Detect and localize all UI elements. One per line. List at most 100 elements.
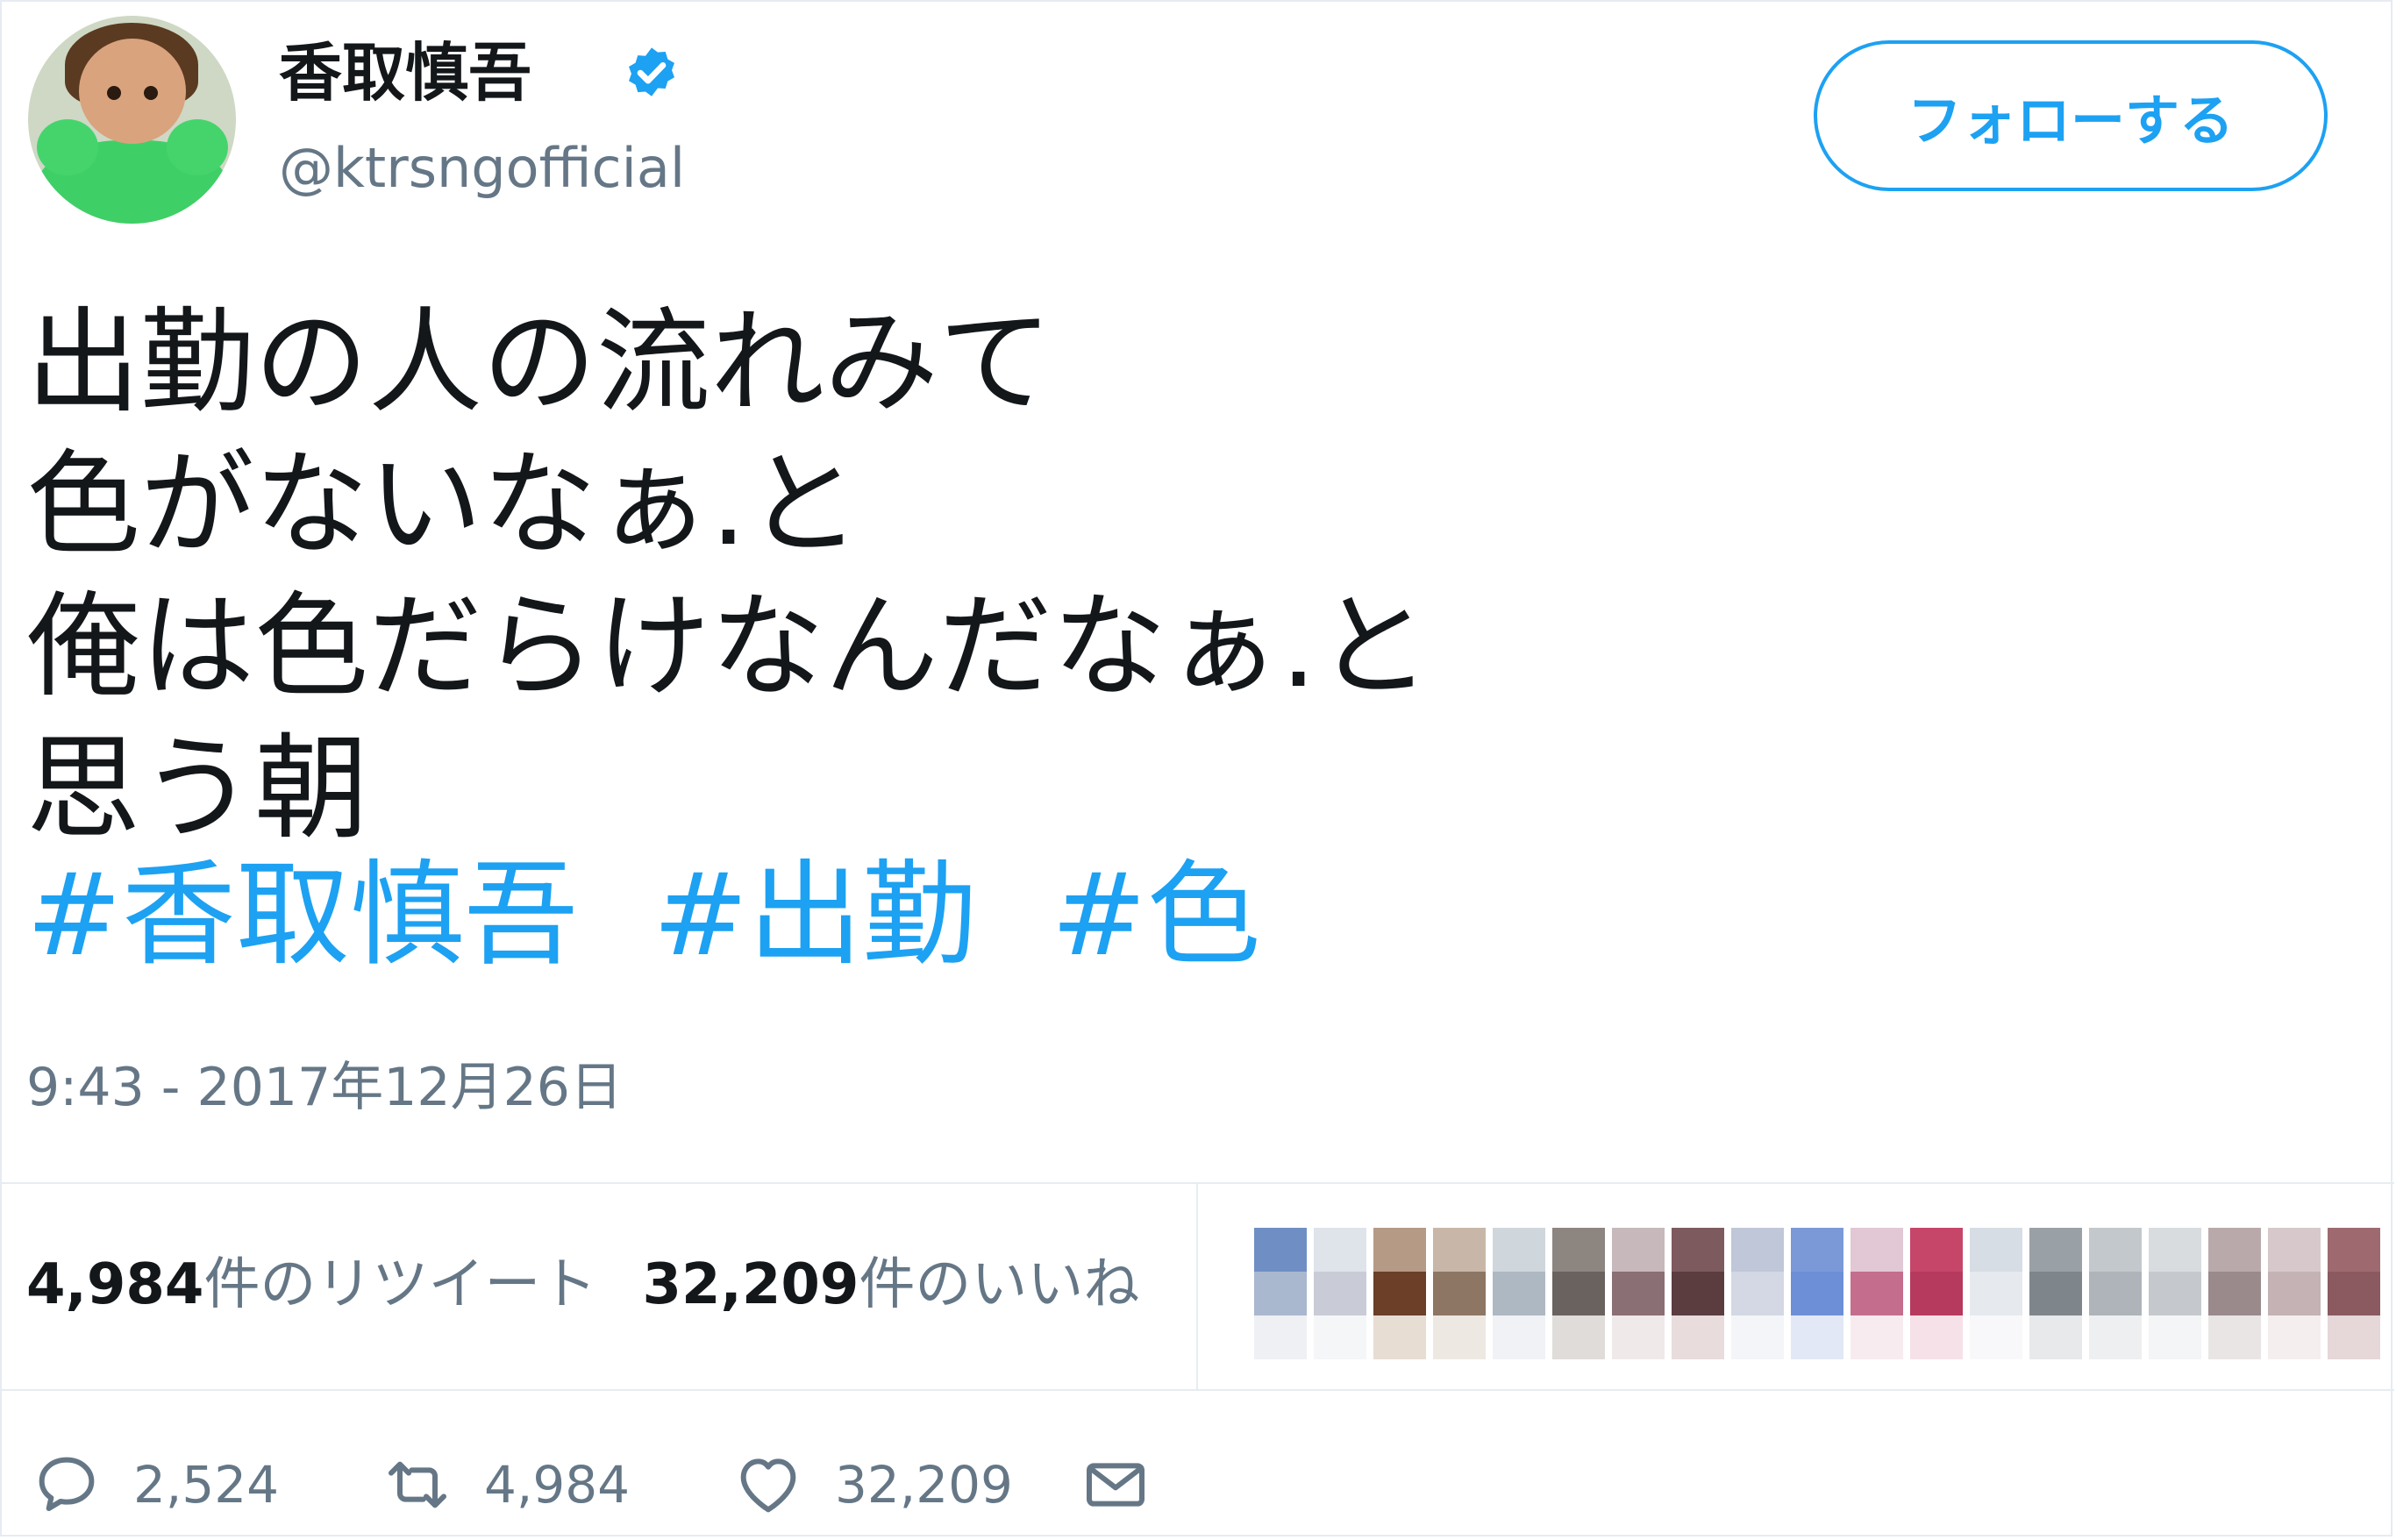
liker-avatar-pixel bbox=[2268, 1272, 2321, 1315]
verified-badge-icon bbox=[629, 47, 674, 96]
hashtag-link[interactable]: #出勤 bbox=[652, 848, 976, 981]
liker-avatar-pixel bbox=[1552, 1315, 1605, 1359]
liker-avatar-pixel bbox=[1612, 1228, 1665, 1272]
follow-button[interactable]: フォローする bbox=[1814, 40, 2328, 191]
avatar-paw-left bbox=[37, 119, 98, 175]
liker-avatar-pixel bbox=[1672, 1315, 1724, 1359]
reply-icon bbox=[39, 1457, 95, 1511]
liker-avatar-pixel bbox=[2149, 1228, 2201, 1272]
tweet-card: 香取慎吾 @ktrsngofficial フォローする 出勤の人の流れみて 色が… bbox=[0, 0, 2394, 1536]
liker-avatar-pixel bbox=[2029, 1315, 2082, 1359]
liker-avatar-pixel bbox=[1493, 1228, 1545, 1272]
heart-icon bbox=[740, 1458, 796, 1513]
engagement-stats: 4,984件のリツイート 32,209件のいいね bbox=[26, 1245, 1139, 1324]
liker-avatar-pixel bbox=[1910, 1272, 1963, 1315]
liker-avatar-pixel bbox=[1970, 1228, 2022, 1272]
avatar-paw-right bbox=[167, 119, 228, 175]
hashtag-list: #香取慎吾 #出勤 #色 bbox=[26, 844, 1299, 986]
liker-avatar-pixel bbox=[1791, 1315, 1843, 1359]
liker-avatar-pixel bbox=[2149, 1315, 2201, 1359]
liker-avatar-pixel bbox=[2328, 1315, 2380, 1359]
divider bbox=[2, 1389, 2394, 1391]
liker-avatar-pixel bbox=[1433, 1315, 1486, 1359]
liker-avatar-pixel bbox=[2089, 1272, 2142, 1315]
liker-avatar-pixel bbox=[1910, 1315, 1963, 1359]
retweet-button[interactable]: 4,984 bbox=[382, 1445, 630, 1524]
retweet-count: 4,984 bbox=[484, 1455, 631, 1515]
liker-avatar-pixel bbox=[1970, 1315, 2022, 1359]
liker-avatar-pixel bbox=[2089, 1315, 2142, 1359]
liker-avatar-pixel bbox=[1850, 1228, 1903, 1272]
liker-avatar-pixel bbox=[2029, 1228, 2082, 1272]
liker-avatar-pixel bbox=[1552, 1272, 1605, 1315]
tweet-actions: 2,524 4,984 32,209 bbox=[32, 1445, 1259, 1524]
avatar-face bbox=[79, 39, 186, 144]
tweet-line: 俺は色だらけなんだなぁ.と bbox=[26, 580, 1431, 713]
tweet-line: 思う朝 bbox=[26, 722, 369, 855]
retweets-stat[interactable]: 4,984件のリツイート bbox=[26, 1252, 596, 1317]
liker-avatar-pixel bbox=[1493, 1272, 1545, 1315]
like-button[interactable]: 32,209 bbox=[733, 1445, 1013, 1524]
tweet-timestamp[interactable]: 9:43 - 2017年12月26日 bbox=[26, 1052, 623, 1123]
liker-avatar-pixel bbox=[1791, 1228, 1843, 1272]
like-count: 32,209 bbox=[835, 1455, 1013, 1515]
liker-avatar-pixel bbox=[2208, 1272, 2261, 1315]
liker-avatar-pixel bbox=[2029, 1272, 2082, 1315]
tweet-line: 出勤の人の流れみて bbox=[26, 296, 1053, 429]
liker-avatar-pixel bbox=[1433, 1272, 1486, 1315]
liker-avatar-pixel bbox=[1493, 1315, 1545, 1359]
liker-avatar-pixel bbox=[1314, 1228, 1366, 1272]
liker-avatar-pixel bbox=[1314, 1315, 1366, 1359]
liker-avatar-pixel bbox=[2328, 1228, 2380, 1272]
reply-button[interactable]: 2,524 bbox=[32, 1445, 279, 1524]
retweets-count: 4,984 bbox=[26, 1252, 204, 1317]
liker-avatar-pixel bbox=[1254, 1272, 1307, 1315]
liker-avatar-pixel bbox=[1850, 1272, 1903, 1315]
liker-avatar-pixel bbox=[1970, 1272, 2022, 1315]
avatar[interactable] bbox=[28, 16, 236, 224]
liker-avatar-pixel bbox=[2208, 1228, 2261, 1272]
liker-avatar-pixel bbox=[1672, 1228, 1724, 1272]
liker-avatar-pixel bbox=[1731, 1315, 1784, 1359]
direct-message-button[interactable] bbox=[1080, 1445, 1151, 1524]
liker-avatar-pixel bbox=[1731, 1228, 1784, 1272]
liker-avatar-pixel bbox=[1254, 1228, 1307, 1272]
retweet-icon bbox=[389, 1461, 446, 1508]
liker-avatar-pixel bbox=[1373, 1272, 1426, 1315]
liker-avatar-pixel bbox=[1552, 1228, 1605, 1272]
tweet-line: 色がないなぁ.と bbox=[26, 438, 861, 571]
liker-avatars-pixelated bbox=[1254, 1228, 2391, 1359]
liker-avatar-pixel bbox=[2089, 1228, 2142, 1272]
user-display-name[interactable]: 香取慎吾 bbox=[279, 33, 531, 112]
avatar-eye-left bbox=[107, 86, 121, 100]
liker-avatar-pixel bbox=[2149, 1272, 2201, 1315]
retweets-label: 件のリツイート bbox=[203, 1252, 597, 1317]
liker-avatar-pixel bbox=[2328, 1272, 2380, 1315]
likes-count: 32,209 bbox=[642, 1252, 859, 1317]
liker-avatar-pixel bbox=[1731, 1272, 1784, 1315]
liker-avatar-pixel bbox=[1672, 1272, 1724, 1315]
liker-avatar-pixel bbox=[1910, 1228, 1963, 1272]
liker-avatar-pixel bbox=[1373, 1228, 1426, 1272]
liker-avatar-pixel bbox=[1791, 1272, 1843, 1315]
avatar-eye-right bbox=[144, 86, 158, 100]
liker-avatar-pixel bbox=[2208, 1315, 2261, 1359]
liker-avatar-pixel bbox=[2268, 1228, 2321, 1272]
liker-avatar-pixel bbox=[1612, 1315, 1665, 1359]
user-handle[interactable]: @ktrsngofficial bbox=[279, 133, 685, 203]
liker-avatar-pixel bbox=[1314, 1272, 1366, 1315]
hashtag-link[interactable]: #色 bbox=[1052, 848, 1261, 981]
hashtag-link[interactable]: #香取慎吾 bbox=[26, 848, 578, 981]
tweet-text: 出勤の人の流れみて 色がないなぁ.と 俺は色だらけなんだなぁ.と 思う朝 bbox=[26, 291, 1430, 859]
likes-label: 件のいいね bbox=[859, 1252, 1140, 1317]
divider bbox=[1196, 1184, 1198, 1389]
reply-count: 2,524 bbox=[133, 1455, 280, 1515]
likes-stat[interactable]: 32,209件のいいね bbox=[642, 1252, 1139, 1317]
divider bbox=[2, 1182, 2394, 1184]
liker-avatar-pixel bbox=[1612, 1272, 1665, 1315]
liker-avatar-pixel bbox=[1254, 1315, 1307, 1359]
liker-avatar-pixel bbox=[1373, 1315, 1426, 1359]
liker-avatar-pixel bbox=[1850, 1315, 1903, 1359]
liker-avatar-pixel bbox=[1433, 1228, 1486, 1272]
envelope-icon bbox=[1087, 1463, 1145, 1507]
